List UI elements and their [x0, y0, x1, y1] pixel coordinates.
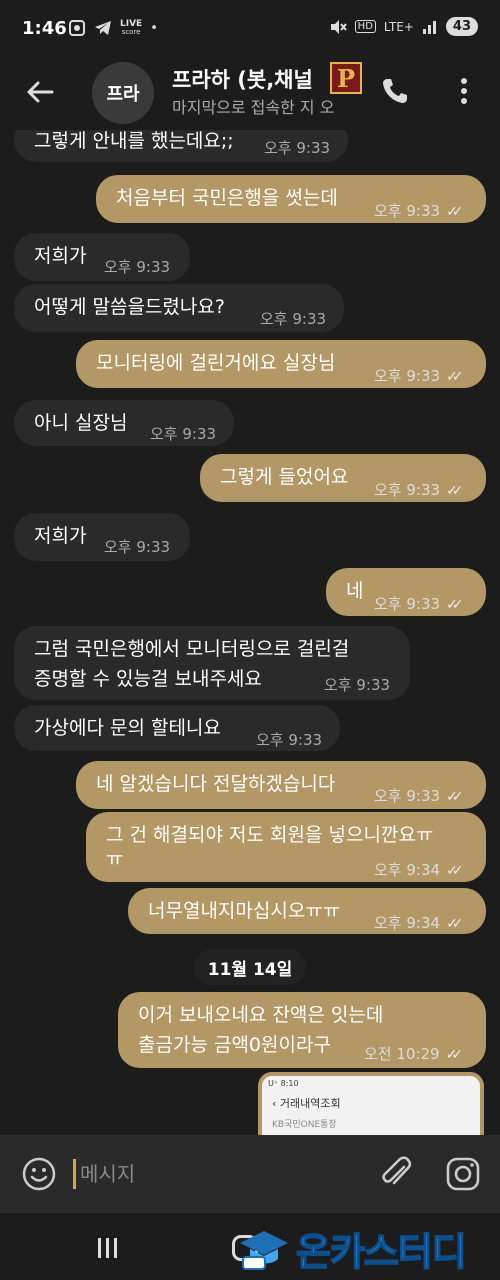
battery-indicator: 43 [445, 17, 478, 36]
last-seen-status: 마지막으로 접속한 지 오 [172, 98, 335, 117]
message-time: 오후 9:33 [104, 258, 171, 276]
message-time: 오후 9:33 ✓✓ [374, 589, 464, 620]
read-check-icon: ✓✓ [445, 1047, 464, 1063]
message-time: 오후 9:33 [324, 676, 391, 694]
telegram-icon [95, 21, 111, 35]
read-check-icon: ✓✓ [446, 916, 464, 932]
message-incoming[interactable]: 가상에다 문의 할테니요 오후 9:33 [14, 705, 340, 751]
message-outgoing[interactable]: 처음부터 국민은행을 썻는데 오후 9:33 ✓✓ [96, 175, 486, 223]
screenshot-icon [69, 20, 85, 36]
back-arrow-icon[interactable] [24, 76, 56, 108]
message-outgoing[interactable]: 네 알겠습니다 전달하겠습니다 오후 9:33 ✓✓ [76, 761, 486, 809]
message-incoming[interactable]: 그렇게 안내를 했는데요;; 오후 9:33 [14, 130, 348, 162]
hd-icon: HD [354, 20, 376, 33]
message-time: 오후 9:34 ✓✓ [374, 855, 464, 886]
network-label: LTE+ [383, 19, 414, 34]
message-outgoing[interactable]: 너무열내지마십시오ㅠㅠ 오후 9:34 ✓✓ [128, 888, 486, 934]
message-outgoing[interactable]: 이거 보내오네요 잔액은 잇는데 출금가능 금액0원이라구 오전 10:29 ✓✓ [118, 992, 486, 1068]
message-time: 오후 9:33 ✓✓ [374, 475, 464, 506]
channel-badge-icon: P [330, 62, 362, 94]
mute-icon [330, 19, 347, 34]
message-time: 오후 9:33 ✓✓ [374, 781, 464, 812]
read-check-icon: ✓✓ [446, 369, 464, 385]
read-check-icon: ✓✓ [446, 483, 464, 499]
more-options-icon[interactable] [452, 76, 476, 106]
image-attachment[interactable]: U⁺ 8:10 ‹ 거래내역조회 KB국민ONE통장 [258, 1072, 484, 1135]
message-time: 오후 9:33 [264, 139, 331, 157]
status-time: 1:46 [22, 18, 67, 39]
message-composer [0, 1135, 500, 1213]
read-check-icon: ✓✓ [446, 863, 464, 879]
phone-icon[interactable] [380, 76, 410, 106]
text-cursor [73, 1159, 76, 1189]
message-time: 오후 9:33 [104, 538, 171, 556]
instagram-camera-icon[interactable] [446, 1157, 480, 1191]
read-check-icon: ✓✓ [446, 597, 464, 613]
emoji-icon[interactable] [22, 1157, 56, 1191]
date-divider: 11월 14일 [194, 949, 306, 985]
message-incoming[interactable]: 그럼 국민은행에서 모니터링으로 걸린걸 증명할 수 있능걸 보내주세요 오후 … [14, 626, 410, 700]
chat-header: 프라 프라하 (봇,채널 P 마지막으로 접속한 지 오 [0, 58, 500, 130]
graduation-cap-logo-icon [240, 1230, 288, 1270]
message-outgoing[interactable]: 네 오후 9:33 ✓✓ [326, 568, 486, 616]
paperclip-icon[interactable] [378, 1155, 414, 1193]
system-nav-bar: 온카스터디 [0, 1213, 500, 1280]
message-list[interactable]: 그렇게 안내를 했는데요;; 오후 9:33 처음부터 국민은행을 썻는데 오후… [0, 130, 500, 1135]
message-incoming[interactable]: 저희가 오후 9:33 [14, 513, 190, 561]
message-outgoing[interactable]: 그 건 해결되야 저도 회원을 넣으니깐요ㅠ ㅠ 오후 9:34 ✓✓ [86, 812, 486, 882]
notification-dot: • [150, 20, 158, 36]
livescore-icon: LIVE score [120, 19, 143, 37]
recent-apps-icon[interactable] [96, 1237, 120, 1259]
message-incoming[interactable]: 아니 실장님 오후 9:33 [14, 400, 234, 446]
message-incoming[interactable]: 저희가 오후 9:33 [14, 233, 190, 281]
watermark: 온카스터디 [238, 1217, 500, 1280]
message-outgoing[interactable]: 모니터링에 걸린거에요 실장님 오후 9:33 ✓✓ [76, 340, 486, 388]
message-time: 오후 9:33 [260, 310, 327, 328]
message-outgoing[interactable]: 그렇게 들었어요 오후 9:33 ✓✓ [200, 454, 486, 502]
status-bar: 1:46 LIVE score • HD LTE+ 43 [0, 0, 500, 58]
message-incoming[interactable]: 어떻게 말씀을드렸나요? 오후 9:33 [14, 284, 344, 332]
read-check-icon: ✓✓ [446, 789, 464, 805]
message-time: 오후 9:33 [256, 731, 323, 749]
avatar[interactable]: 프라 [92, 62, 154, 124]
read-check-icon: ✓✓ [446, 204, 464, 220]
message-input[interactable] [80, 1155, 350, 1193]
message-time: 오전 10:29 ✓✓ [364, 1039, 464, 1070]
message-time: 오후 9:33 ✓✓ [374, 196, 464, 227]
message-time: 오후 9:34 ✓✓ [374, 908, 464, 939]
message-time: 오후 9:33 ✓✓ [374, 361, 464, 392]
message-time: 오후 9:33 [150, 425, 217, 443]
chevron-left-icon: ‹ [272, 1097, 277, 1110]
signal-icon [422, 20, 436, 34]
